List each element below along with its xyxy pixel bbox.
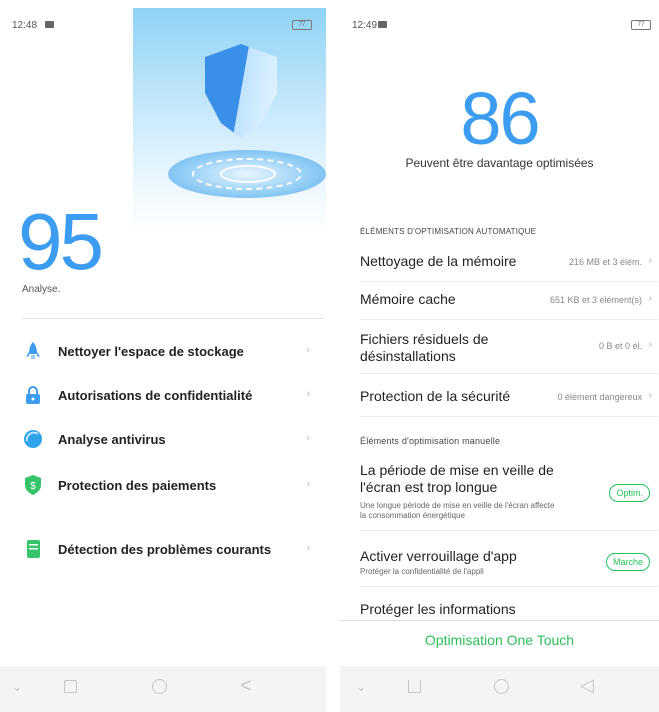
row-value: 216 MB et 3 élém. (568, 257, 642, 267)
auto-optimization-header: ÉLÉMENTS D'OPTIMISATION AUTOMATIQUE (360, 227, 537, 236)
back-button[interactable]: ◁ (580, 675, 594, 696)
battery-icon: 77 (631, 20, 651, 30)
score-subtitle: Peuvent être davantage optimisées (405, 156, 594, 170)
row-security-protection[interactable]: Protection de la sécurité 0 élément dang… (360, 388, 658, 418)
row-description: Une longue période de mise en veille de … (360, 501, 555, 520)
notification-icon (45, 21, 54, 28)
menu-item-antivirus-scan[interactable]: Analyse antivirus › (20, 424, 320, 454)
status-bar: 12:49 77 (340, 0, 659, 48)
chevron-right-icon: › (648, 390, 652, 401)
chevron-right-icon: › (306, 388, 310, 400)
menu-item-label: Nettoyer l'espace de stockage (58, 344, 244, 359)
divider (360, 416, 658, 417)
chevron-right-icon: › (648, 293, 652, 304)
row-label: Fichiers résiduels de désinstallations (360, 331, 489, 364)
row-label: Protection de la sécurité (360, 388, 511, 404)
divider (360, 586, 658, 587)
chevron-down-icon[interactable]: ⌄ (356, 680, 366, 694)
chevron-right-icon: › (306, 432, 310, 444)
home-button[interactable] (494, 679, 509, 694)
row-value: 0 élément dangereux (557, 392, 642, 402)
menu-item-payment-protection[interactable]: $ Protection des paiements › (20, 470, 320, 500)
divider (360, 319, 658, 320)
chevron-down-icon[interactable]: ⌄ (12, 680, 22, 694)
optimization-screen: 12:49 77 86 Peuvent être davantage optim… (340, 0, 659, 712)
menu-item-privacy-permissions[interactable]: Autorisations de confidentialité › (20, 380, 320, 410)
chevron-right-icon: › (306, 344, 310, 356)
menu-item-label: Protection des paiements (58, 478, 217, 493)
menu-item-label: Détection des problèmes courants (58, 542, 272, 557)
row-value: 0 B et 0 él. (598, 341, 642, 351)
divider (360, 373, 658, 374)
document-icon (27, 540, 40, 558)
notification-icon (378, 21, 387, 28)
chevron-right-icon: › (306, 478, 310, 490)
optimize-button[interactable]: Optim. (609, 484, 650, 502)
row-label: Activer verrouillage d'app (360, 548, 517, 564)
svg-text:$: $ (30, 481, 36, 492)
battery-icon: 77 (292, 20, 312, 30)
row-label: Mémoire cache (360, 291, 456, 307)
row-residual-files[interactable]: Fichiers résiduels de désinstallations 0… (360, 331, 658, 375)
row-label: La période de mise en veille de l'écran … (360, 462, 554, 495)
menu-item-storage-cleanup[interactable]: Nettoyer l'espace de stockage › (20, 336, 320, 366)
manual-optimization-header: Éléments d'optimisation manuelle (360, 436, 501, 446)
menu-item-problem-detection[interactable]: Détection des problèmes courants › (20, 534, 320, 564)
recent-apps-button[interactable] (408, 680, 421, 693)
scan-icon (24, 430, 42, 448)
scan-ring-inner-graphic (220, 165, 276, 183)
enable-button[interactable]: Marche (605, 553, 650, 571)
navigation-bar: ⌄ ◁ (340, 666, 659, 712)
lock-icon (26, 386, 40, 404)
divider (360, 281, 658, 282)
divider (340, 620, 659, 621)
row-memory-cleanup[interactable]: Nettoyage de la mémoire 216 MB et 3 élém… (360, 253, 658, 283)
divider (360, 530, 658, 531)
status-time: 12:48 (12, 20, 38, 31)
recent-apps-button[interactable] (64, 680, 77, 693)
optimization-score: 86 (460, 77, 540, 160)
row-protect-information[interactable]: Protéger les informations (360, 601, 652, 619)
row-description: Protéger la confidentialité de l'appli (360, 567, 484, 576)
row-label: Nettoyage de la mémoire (360, 253, 517, 269)
status-time: 12:49 (352, 20, 378, 31)
chevron-right-icon: › (306, 542, 310, 554)
chevron-right-icon: › (648, 255, 652, 266)
row-cache-memory[interactable]: Mémoire cache 651 KB et 3 élément(s) › (360, 291, 658, 321)
navigation-bar: ⌄ < (0, 666, 326, 712)
security-score: 95 (18, 197, 104, 286)
one-touch-optimize-button[interactable]: Optimisation One Touch (340, 632, 659, 648)
dollar-shield-icon: $ (25, 475, 41, 495)
home-button[interactable] (152, 679, 167, 694)
menu-item-label: Autorisations de confidentialité (58, 388, 253, 403)
rocket-icon (26, 342, 40, 359)
row-screen-timeout: La période de mise en veille de l'écran … (360, 462, 658, 532)
security-home-screen: 12:48 77 95 Analyse. Nettoyer l'espace d… (0, 0, 326, 712)
divider (22, 318, 324, 319)
menu-item-label: Analyse antivirus (58, 432, 166, 447)
back-button[interactable]: < (240, 675, 252, 698)
row-value: 651 KB et 3 élément(s) (549, 295, 642, 305)
analysis-status-label[interactable]: Analyse. (22, 284, 60, 295)
chevron-right-icon: › (648, 339, 652, 350)
row-app-lock: Activer verrouillage d'app Protéger la c… (360, 548, 658, 588)
status-bar: 12:48 77 (0, 0, 326, 48)
row-label: Protéger les informations (360, 601, 516, 617)
